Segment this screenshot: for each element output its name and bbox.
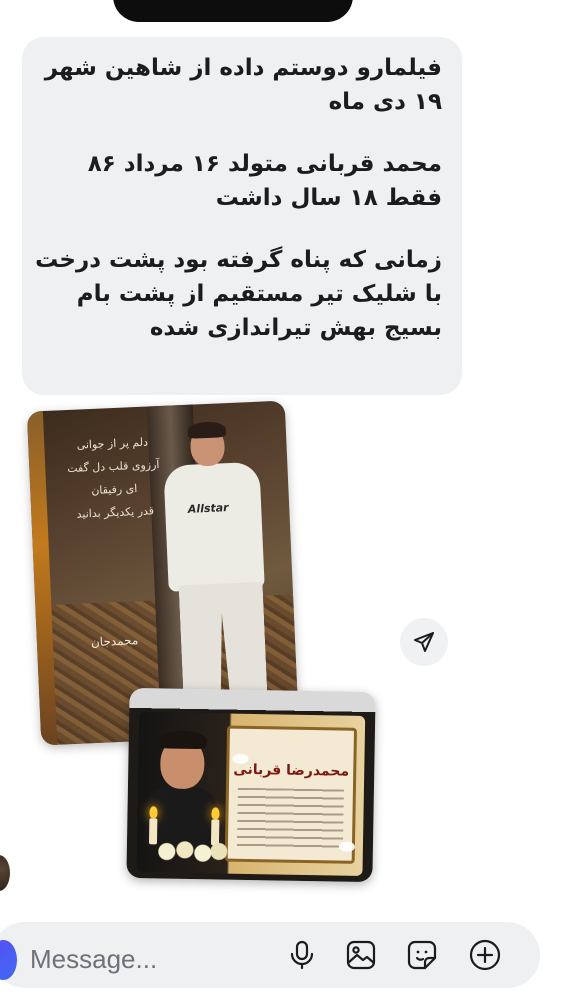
memorial-caption: محمدجان — [90, 633, 139, 650]
person-hair — [187, 421, 227, 439]
message-line: با شلیک تیر مستقیم از پشت بام — [76, 281, 442, 307]
avatar[interactable] — [0, 855, 10, 891]
dove-icon — [338, 841, 356, 852]
person-body — [163, 461, 265, 592]
add-button[interactable] — [465, 935, 505, 975]
bottom-safe-area — [0, 990, 563, 1000]
message-line: فیلمارو دوستم داده از شاهین شهر — [44, 55, 442, 81]
plus-icon — [469, 939, 501, 971]
microphone-button[interactable] — [282, 935, 322, 975]
message-line: محمد قربانی متولد ۱۶ مرداد ۸۶ — [87, 151, 442, 177]
notice-name: محمدرضا قربانی — [233, 761, 350, 780]
share-button[interactable] — [400, 618, 448, 666]
dove-icon — [232, 753, 249, 764]
message-line: فقط ۱۸ سال داشت — [215, 185, 442, 211]
microphone-icon — [290, 940, 314, 970]
flowers — [156, 838, 230, 866]
top-pill — [113, 0, 353, 22]
candle-flame — [149, 806, 158, 819]
candle-flame — [211, 807, 220, 820]
message-line: ۱۹ دی ماه — [328, 89, 442, 115]
send-icon — [414, 632, 434, 652]
sticker-icon — [407, 940, 437, 970]
banner-frame — [26, 411, 58, 746]
gallery-button[interactable] — [341, 935, 381, 975]
message-line: بسیج بهش تیراندازی شده — [149, 315, 442, 341]
memorial-poem: دلم پر از جوانی آرزوی قلب دل گفت ای رفیق… — [64, 430, 164, 526]
poem-line: آرزوی قلب دل گفت — [66, 458, 160, 476]
message-bubble[interactable]: فیلمارو دوستم داده از شاهین شهر ۱۹ دی ما… — [22, 37, 462, 395]
poem-line: قدر یکدیگر بدانید — [76, 504, 155, 521]
image-icon — [346, 940, 376, 970]
message-line: زمانی که پناه گرفته بود پشت درخت — [35, 247, 442, 273]
portrait-hair — [158, 730, 207, 750]
death-notice-photo[interactable]: محمدرضا قربانی — [126, 687, 376, 883]
jacket-text: Allstar — [187, 501, 229, 516]
notice-text-lines — [236, 787, 344, 850]
sticker-button[interactable] — [402, 935, 442, 975]
message-input[interactable] — [30, 940, 270, 978]
